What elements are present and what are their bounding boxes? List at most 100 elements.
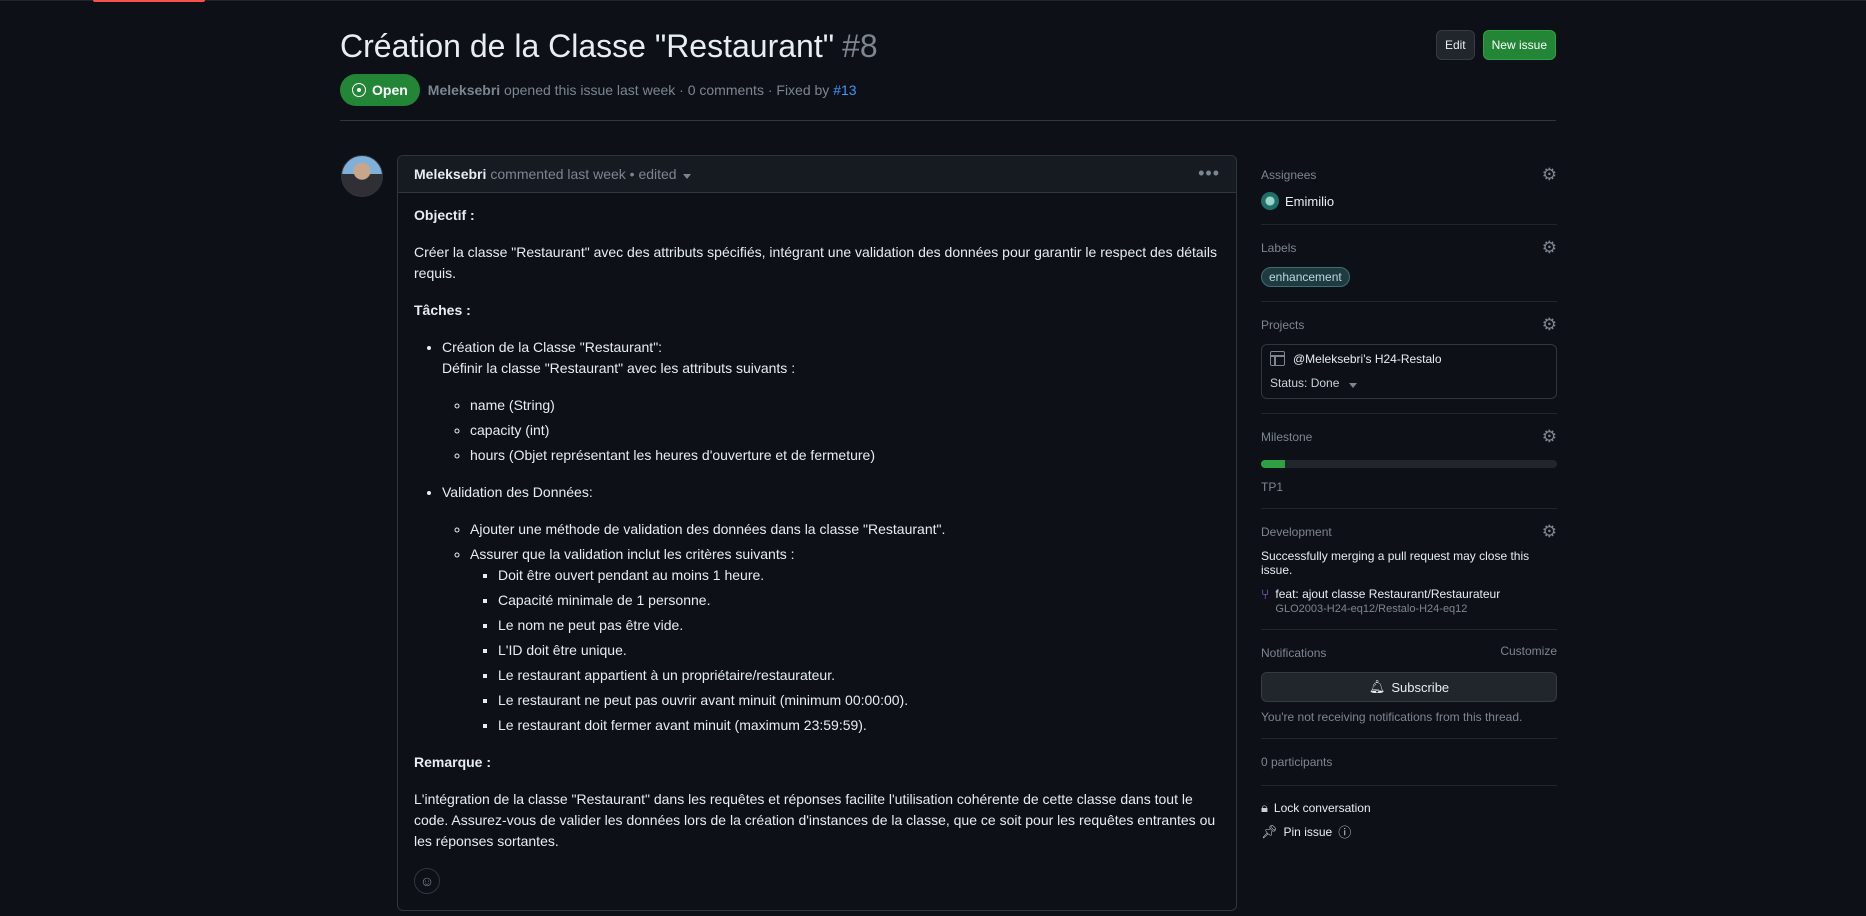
assignees-title: Assignees xyxy=(1261,168,1317,182)
milestone-progress-fill xyxy=(1261,460,1285,468)
gear-icon[interactable]: ⚙ xyxy=(1542,523,1557,541)
criteria-list: Doit être ouvert pendant au moins 1 heur… xyxy=(470,565,1220,736)
list-item: Capacité minimale de 1 personne. xyxy=(498,590,1220,611)
list-item: Assurer que la validation inclut les cri… xyxy=(470,544,1220,736)
project-card: @Meleksebri's H24-Restalo Status: Done xyxy=(1261,344,1557,399)
comment-body: Objectif : Créer la classe "Restaurant" … xyxy=(398,193,1236,906)
issue-meta-text: Meleksebri opened this issue last week ·… xyxy=(428,82,857,98)
project-status-dropdown[interactable]: Status: Done xyxy=(1270,376,1548,390)
lock-label: Lock conversation xyxy=(1273,801,1371,815)
issue-title: Création de la Classe "Restaurant" #8 xyxy=(340,26,878,66)
participants-section: 0 participants xyxy=(1261,753,1557,786)
project-link[interactable]: @Meleksebri's H24-Restalo xyxy=(1270,351,1548,366)
gear-icon[interactable]: ⚙ xyxy=(1542,428,1557,446)
milestone-progress-bar xyxy=(1261,460,1557,468)
gear-icon[interactable]: ⚙ xyxy=(1542,316,1557,334)
list-item: Doit être ouvert pendant au moins 1 heur… xyxy=(498,565,1220,586)
chevron-down-icon xyxy=(1349,382,1358,388)
notifications-note: You're not receiving notifications from … xyxy=(1261,710,1523,724)
assignees-section: Assignees ⚙ Emimilio xyxy=(1261,166,1557,225)
bell-icon: 🔔︎ xyxy=(1368,679,1386,694)
list-item: Validation des Données: Ajouter une méth… xyxy=(442,482,1220,736)
attributes-list: name (String) capacity (int) hours (Obje… xyxy=(442,395,1220,466)
assignee-name: Emimilio xyxy=(1285,193,1335,209)
participants-count: 0 participants xyxy=(1261,755,1333,769)
task1-desc: Définir la classe "Restaurant" avec les … xyxy=(442,360,796,376)
active-tab-indicator xyxy=(93,0,205,2)
header-actions: Edit New issue xyxy=(1435,30,1556,60)
fixed-by-link[interactable]: #13 xyxy=(833,82,856,98)
validation-criteria-intro: Assurer que la validation inclut les cri… xyxy=(470,546,795,562)
top-border xyxy=(0,0,1866,1)
remarque-heading: Remarque : xyxy=(414,754,492,770)
issue-sidebar: Assignees ⚙ Emimilio Labels ⚙ enhancemen… xyxy=(1261,166,1557,841)
gear-icon[interactable]: ⚙ xyxy=(1542,239,1557,257)
issue-meta: Open Meleksebri opened this issue last w… xyxy=(340,74,857,106)
avatar xyxy=(1261,192,1279,210)
list-item: Le restaurant ne peut pas ouvrir avant m… xyxy=(498,690,1220,711)
milestone-link[interactable]: TP1 xyxy=(1261,480,1557,494)
issue-title-text: Création de la Classe "Restaurant" xyxy=(340,28,835,64)
pr-title: feat: ajout classe Restaurant/Restaurate… xyxy=(1275,587,1501,601)
edit-button[interactable]: Edit xyxy=(1435,30,1475,60)
development-note: Successfully merging a pull request may … xyxy=(1261,549,1530,577)
list-item: Le restaurant doit fermer avant minuit (… xyxy=(498,715,1220,736)
taches-heading: Tâches : xyxy=(414,302,471,318)
issue-comment: Meleksebri commented last week • edited … xyxy=(397,155,1237,911)
objectif-heading: Objectif : xyxy=(414,207,475,223)
issue-number: #8 xyxy=(842,28,878,64)
list-item: Le restaurant appartient à un propriétai… xyxy=(498,665,1220,686)
tasks-list: Création de la Classe "Restaurant": Défi… xyxy=(414,337,1220,736)
comment-author-link[interactable]: Meleksebri xyxy=(414,166,486,182)
customize-link[interactable]: Customize xyxy=(1500,644,1557,658)
table-icon xyxy=(1270,351,1285,366)
status-label: Open xyxy=(372,82,408,98)
development-section: Development ⚙ Successfully merging a pul… xyxy=(1261,523,1557,630)
list-item: Le nom ne peut pas être vide. xyxy=(498,615,1220,636)
pr-details: feat: ajout classe Restaurant/Restaurate… xyxy=(1275,587,1500,615)
subscribe-button[interactable]: 🔔︎ Subscribe xyxy=(1261,672,1557,702)
git-pull-request-icon: ⑂ xyxy=(1261,586,1270,602)
labels-section: Labels ⚙ enhancement xyxy=(1261,239,1557,302)
notifications-section: Notifications Customize 🔔︎ Subscribe You… xyxy=(1261,644,1557,739)
milestone-section: Milestone ⚙ TP1 xyxy=(1261,428,1557,509)
kebab-menu-icon[interactable]: ••• xyxy=(1198,164,1220,182)
labels-title: Labels xyxy=(1261,241,1297,255)
info-icon[interactable]: ⓘ xyxy=(1338,822,1351,841)
label-badge[interactable]: enhancement xyxy=(1261,267,1350,287)
development-title: Development xyxy=(1261,525,1332,539)
projects-title: Projects xyxy=(1261,318,1305,332)
gear-icon[interactable]: ⚙ xyxy=(1542,166,1557,184)
list-item: L'ID doit être unique. xyxy=(498,640,1220,661)
issue-author-link[interactable]: Meleksebri xyxy=(428,82,500,98)
pin-issue-button[interactable]: 📌︎ Pin issue ⓘ xyxy=(1261,822,1557,841)
pr-repo: GLO2003-H24-eq12/Restalo-H24-eq12 xyxy=(1275,603,1468,615)
remarque-text: L'intégration de la classe "Restaurant" … xyxy=(414,791,1216,849)
edit-history-chevron-icon[interactable] xyxy=(682,173,691,179)
project-status-label: Status: Done xyxy=(1270,376,1340,390)
pin-label: Pin issue xyxy=(1283,824,1333,839)
new-issue-button[interactable]: New issue xyxy=(1482,30,1556,60)
lock-conversation-button[interactable]: 🔒︎ Lock conversation xyxy=(1261,800,1557,816)
objectif-text: Créer la classe "Restaurant" avec des at… xyxy=(414,244,1217,281)
list-item: Création de la Classe "Restaurant": Défi… xyxy=(442,337,1220,466)
list-item: name (String) xyxy=(470,395,1220,416)
comment-meta: commented last week • edited xyxy=(490,166,677,182)
smiley-icon[interactable]: ☺ xyxy=(414,868,440,894)
avatar[interactable] xyxy=(341,155,383,197)
task1-title: Création de la Classe "Restaurant": xyxy=(442,339,663,355)
validation-list: Ajouter une méthode de validation des do… xyxy=(442,519,1220,736)
task2-title: Validation des Données: xyxy=(442,484,593,500)
linked-pull-request[interactable]: ⑂ feat: ajout classe Restaurant/Restaura… xyxy=(1261,587,1557,615)
subscribe-label: Subscribe xyxy=(1391,679,1450,695)
header-divider xyxy=(340,120,1556,121)
assignee-item[interactable]: Emimilio xyxy=(1261,192,1557,210)
issue-opened-icon xyxy=(352,83,366,97)
issue-actions: 🔒︎ Lock conversation 📌︎ Pin issue ⓘ xyxy=(1261,800,1557,841)
list-item: Ajouter une méthode de validation des do… xyxy=(470,519,1220,540)
project-name: @Meleksebri's H24-Restalo xyxy=(1293,351,1442,366)
status-badge: Open xyxy=(340,74,420,106)
pin-icon: 📌︎ xyxy=(1261,823,1278,839)
issue-opened-text: opened this issue last week · 0 comments… xyxy=(504,82,830,98)
comment-header: Meleksebri commented last week • edited … xyxy=(398,156,1236,193)
